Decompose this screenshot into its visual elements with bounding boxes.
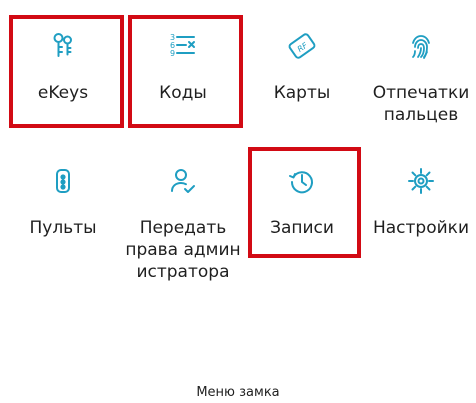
remote-icon — [47, 165, 79, 197]
menu-item-label: Карты — [273, 83, 331, 103]
menu-item-settings[interactable]: Настройки — [366, 165, 476, 239]
menu-item-fingerprints[interactable]: Отпечатки пальцев — [366, 30, 476, 126]
menu-item-label: Коды — [159, 83, 207, 103]
menu-item-remotes[interactable]: Пульты — [8, 165, 118, 239]
keys-icon — [47, 30, 79, 62]
menu-item-label: Настройки — [372, 218, 469, 238]
menu-item-cards[interactable]: RF Карты — [247, 30, 357, 104]
menu-item-label: Записи — [270, 218, 334, 238]
fingerprint-icon — [405, 30, 437, 62]
menu-item-label: Передать права админ истратора — [125, 218, 241, 282]
rf-card-icon: RF — [286, 30, 318, 62]
gear-icon — [405, 165, 437, 197]
menu-item-codes[interactable]: 3 6 9 Коды — [128, 30, 238, 104]
menu-item-transfer-admin[interactable]: Передать права админ истратора — [122, 165, 244, 283]
passcode-list-icon: 3 6 9 — [167, 30, 199, 62]
user-check-icon — [167, 165, 199, 197]
menu-item-ekeys[interactable]: eKeys — [8, 30, 118, 104]
svg-text:9: 9 — [170, 49, 175, 58]
menu-item-label: Отпечатки пальцев — [372, 83, 470, 125]
menu-item-label: Пульты — [29, 218, 97, 238]
menu-item-label: eKeys — [37, 83, 89, 103]
menu-item-records[interactable]: Записи — [247, 165, 357, 239]
history-icon — [286, 165, 318, 197]
footer-title: Меню замка — [196, 385, 280, 400]
